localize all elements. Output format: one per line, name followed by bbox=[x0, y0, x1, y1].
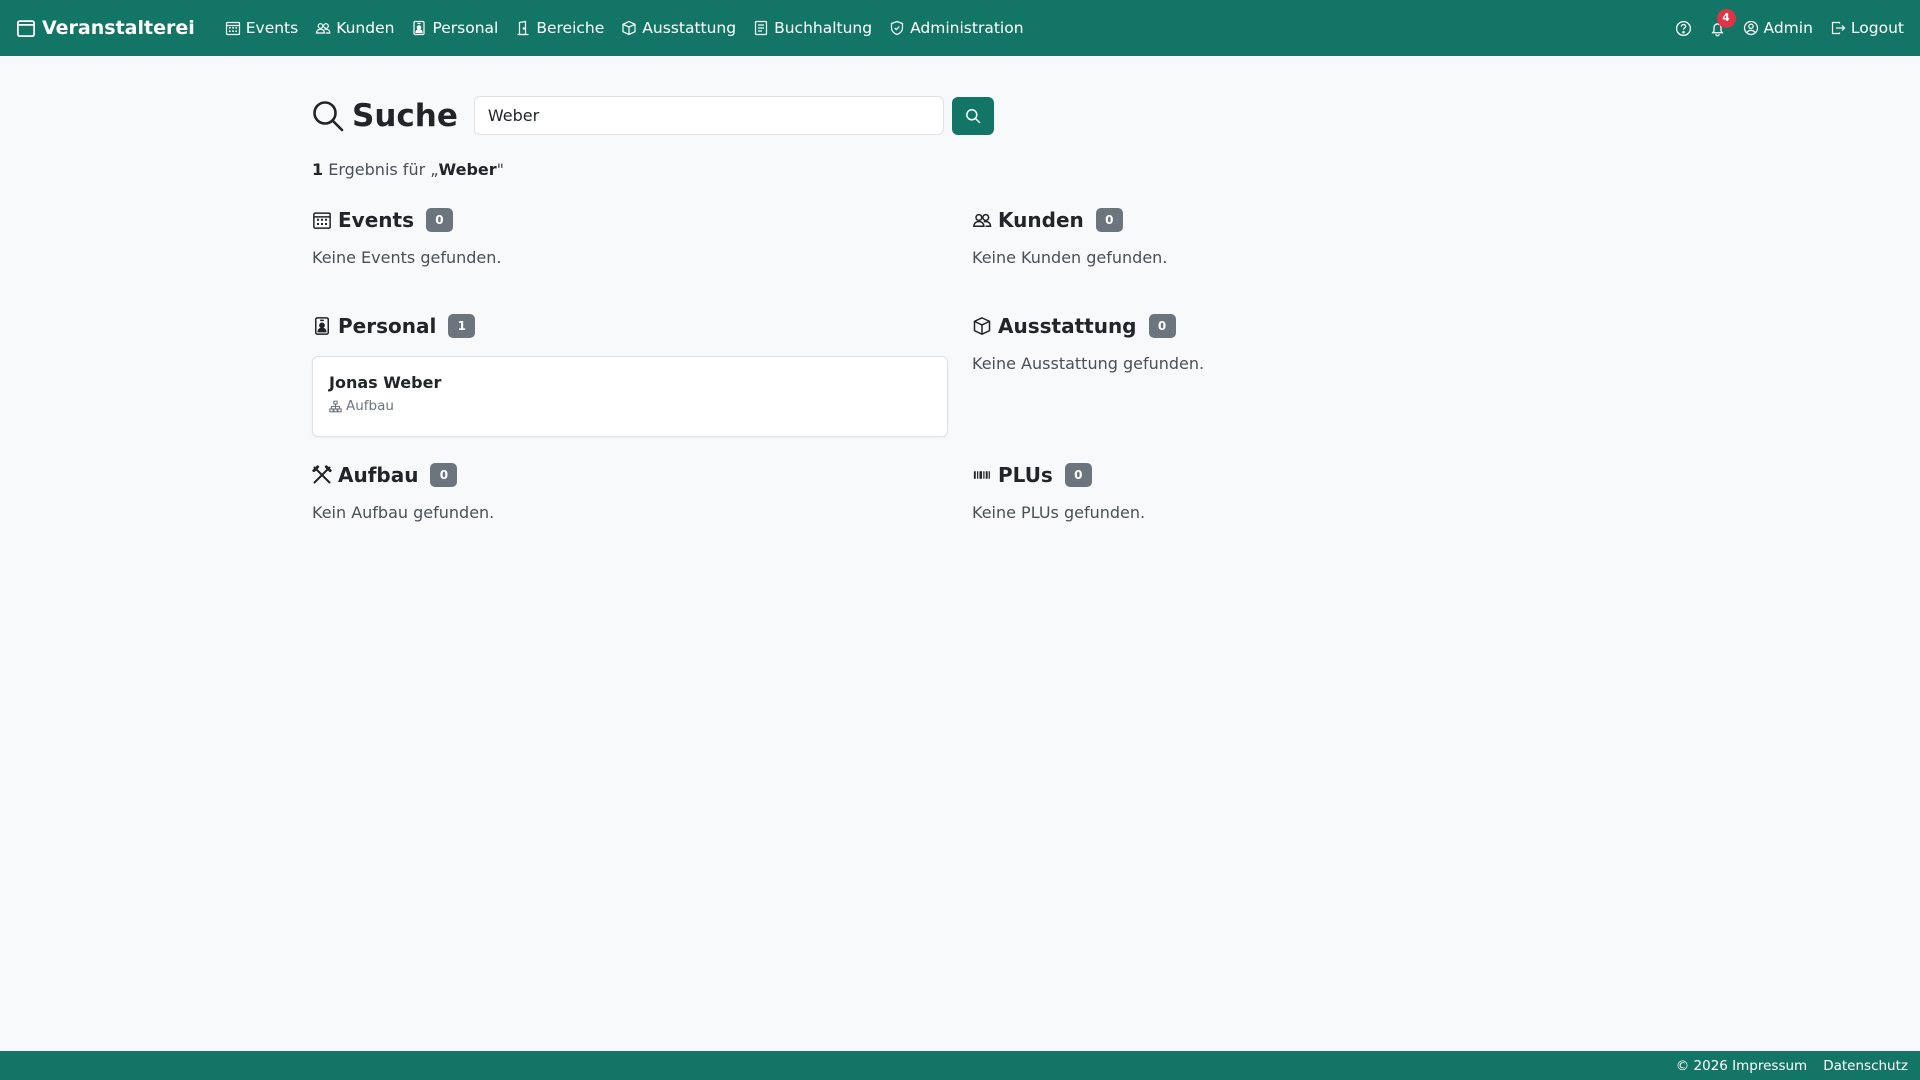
box-icon bbox=[972, 316, 992, 336]
section-events: Events 0 Keine Events gefunden. bbox=[312, 206, 948, 267]
section-kunden: Kunden 0 Keine Kunden gefunden. bbox=[972, 206, 1608, 267]
result-summary-term: Weber bbox=[438, 160, 497, 179]
result-summary: 1 Ergebnis für „Weber" bbox=[312, 160, 504, 179]
section-heading: PLUs 0 bbox=[972, 461, 1608, 489]
nav-label-personal: Personal bbox=[432, 19, 499, 37]
empty-message: Kein Aufbau gefunden. bbox=[312, 503, 495, 522]
box-icon bbox=[621, 20, 637, 36]
section-title: Ausstattung bbox=[998, 314, 1137, 338]
logout-link[interactable]: Logout bbox=[1830, 19, 1904, 37]
user-label: Admin bbox=[1763, 19, 1813, 37]
section-title: Aufbau bbox=[338, 463, 419, 487]
section-heading: Aufbau 0 bbox=[312, 461, 948, 489]
count-badge: 1 bbox=[448, 314, 476, 338]
calendar-icon bbox=[16, 18, 36, 38]
logout-label: Logout bbox=[1850, 19, 1904, 37]
result-area: Aufbau bbox=[329, 398, 931, 414]
calendar-grid-icon bbox=[225, 20, 241, 36]
nav-label-administration: Administration bbox=[910, 19, 1024, 37]
nav-item-ausstattung[interactable]: Ausstattung bbox=[621, 19, 736, 37]
nav-item-events[interactable]: Events bbox=[225, 19, 298, 37]
nav-item-bereiche[interactable]: Bereiche bbox=[515, 19, 604, 37]
count-badge: 0 bbox=[1148, 314, 1176, 338]
section-aufbau: Aufbau 0 Kein Aufbau gefunden. bbox=[312, 461, 948, 522]
result-summary-text: Ergebnis für „ bbox=[328, 160, 439, 179]
brand-label: Veranstalterei bbox=[42, 17, 195, 39]
search-icon bbox=[965, 108, 981, 124]
section-title: PLUs bbox=[998, 463, 1053, 487]
notifications-button[interactable]: 4 bbox=[1709, 8, 1736, 37]
nav-label-events: Events bbox=[245, 19, 299, 37]
person-badge-icon bbox=[312, 316, 332, 336]
search-button[interactable] bbox=[951, 96, 994, 135]
nav-item-buchhaltung[interactable]: Buchhaltung bbox=[753, 19, 872, 37]
user-circle-icon bbox=[1743, 20, 1759, 36]
impressum-link[interactable]: © 2026 Impressum bbox=[1676, 1058, 1807, 1074]
page-title-label: Suche bbox=[352, 97, 458, 134]
section-heading: Personal 1 bbox=[312, 312, 948, 340]
user-menu[interactable]: Admin bbox=[1743, 19, 1813, 37]
nav-item-personal[interactable]: Personal bbox=[411, 19, 498, 37]
empty-message: Keine Kunden gefunden. bbox=[972, 248, 1168, 267]
section-title: Kunden bbox=[998, 208, 1084, 232]
help-icon[interactable] bbox=[1675, 20, 1692, 37]
people-icon bbox=[972, 210, 992, 230]
sitemap-icon bbox=[329, 400, 342, 413]
empty-message: Keine PLUs gefunden. bbox=[972, 503, 1146, 522]
section-plus: PLUs 0 Keine PLUs gefunden. bbox=[972, 461, 1608, 522]
footer: © 2026 Impressum Datenschutz bbox=[0, 1051, 1920, 1080]
barcode-icon bbox=[972, 465, 992, 485]
empty-message: Keine Events gefunden. bbox=[312, 248, 502, 267]
page-title: Suche bbox=[312, 98, 458, 134]
result-card-personal[interactable]: Jonas Weber Aufbau bbox=[312, 356, 948, 437]
nav-item-kunden[interactable]: Kunden bbox=[315, 19, 394, 37]
count-badge: 0 bbox=[425, 208, 453, 232]
result-name: Jonas Weber bbox=[329, 373, 442, 392]
nav-label-bereiche: Bereiche bbox=[536, 19, 605, 37]
person-badge-icon bbox=[411, 20, 427, 36]
result-summary-close: " bbox=[496, 160, 505, 179]
empty-message: Keine Ausstattung gefunden. bbox=[972, 354, 1205, 373]
calendar-grid-icon bbox=[312, 210, 332, 230]
journal-icon bbox=[753, 20, 769, 36]
count-badge: 0 bbox=[1064, 463, 1092, 487]
section-heading: Ausstattung 0 bbox=[972, 312, 1608, 340]
search-input[interactable] bbox=[473, 96, 944, 135]
nav-right: 4 Admin Logout bbox=[1675, 8, 1904, 37]
search-bar-row: Suche bbox=[312, 96, 994, 135]
people-icon bbox=[315, 20, 331, 36]
top-navbar: Veranstalterei Events Kunden Personal Be… bbox=[0, 0, 1920, 56]
nav-label-buchhaltung: Buchhaltung bbox=[774, 19, 873, 37]
notification-count-badge: 4 bbox=[1716, 8, 1736, 28]
logout-icon bbox=[1830, 20, 1846, 36]
section-title: Personal bbox=[338, 314, 437, 338]
section-ausstattung: Ausstattung 0 Keine Ausstattung gefunden… bbox=[972, 312, 1608, 373]
search-icon bbox=[312, 100, 344, 132]
section-heading: Events 0 bbox=[312, 206, 948, 234]
nav-item-administration[interactable]: Administration bbox=[889, 19, 1024, 37]
count-badge: 0 bbox=[430, 463, 458, 487]
section-heading: Kunden 0 bbox=[972, 206, 1608, 234]
result-count: 1 bbox=[312, 160, 324, 179]
datenschutz-link[interactable]: Datenschutz bbox=[1823, 1058, 1908, 1074]
nav-label-kunden: Kunden bbox=[336, 19, 395, 37]
result-area-label: Aufbau bbox=[346, 398, 394, 414]
section-title: Events bbox=[338, 208, 414, 232]
count-badge: 0 bbox=[1095, 208, 1123, 232]
nav-label-ausstattung: Ausstattung bbox=[642, 19, 737, 37]
brand-link[interactable]: Veranstalterei bbox=[16, 17, 195, 39]
tools-icon bbox=[312, 465, 332, 485]
main-nav: Events Kunden Personal Bereiche Ausstatt… bbox=[225, 19, 1024, 37]
shield-icon bbox=[889, 20, 905, 36]
door-icon bbox=[515, 20, 531, 36]
section-personal: Personal 1 Jonas Weber Aufbau bbox=[312, 312, 948, 437]
